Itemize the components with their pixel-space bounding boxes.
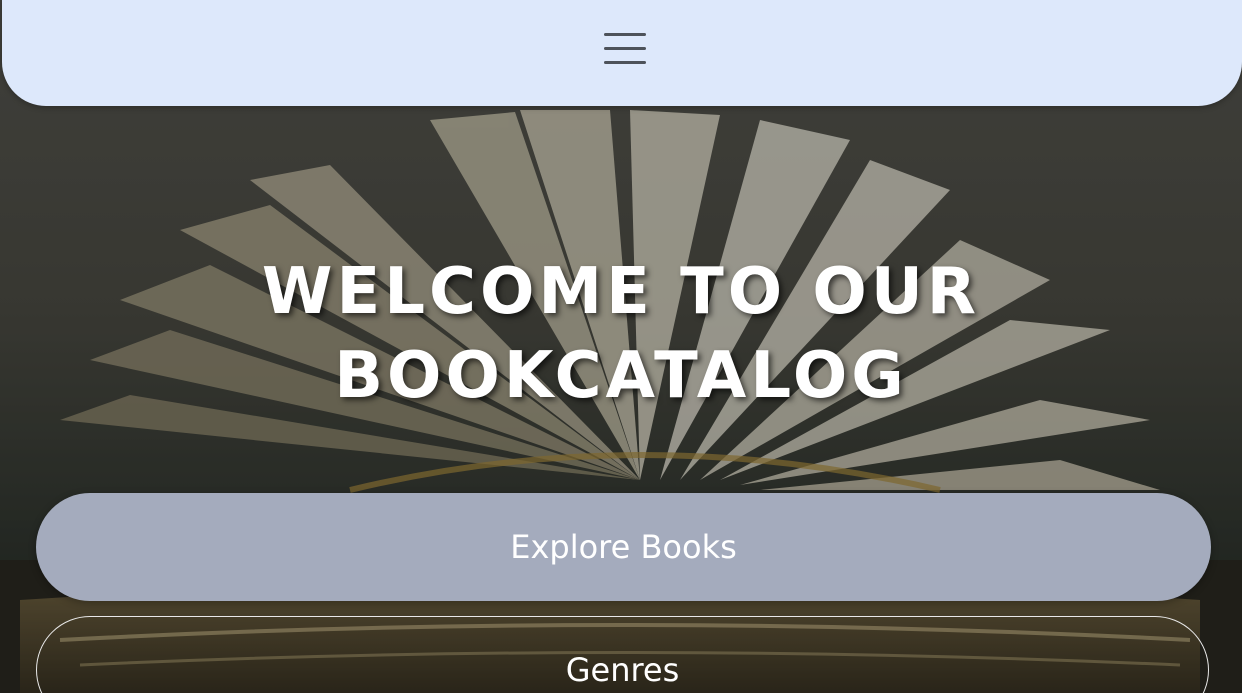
genres-label: Genres [565,651,680,689]
hero-title-line-2: BOOKCATALOG [334,339,908,413]
menu-bar-line [604,47,646,50]
top-navbar [2,0,1242,106]
hamburger-menu-icon[interactable] [602,28,648,68]
hero-title-line-1: WELCOME TO OUR [261,255,981,329]
menu-bar-line [604,61,646,64]
page: WELCOME TO OUR BOOKCATALOG Explore Books… [0,0,1242,693]
menu-bar-line [604,33,646,36]
genres-button[interactable]: Genres [36,616,1209,693]
hero-title: WELCOME TO OUR BOOKCATALOG [0,250,1242,418]
explore-books-button[interactable]: Explore Books [36,493,1211,601]
explore-books-label: Explore Books [510,528,737,566]
